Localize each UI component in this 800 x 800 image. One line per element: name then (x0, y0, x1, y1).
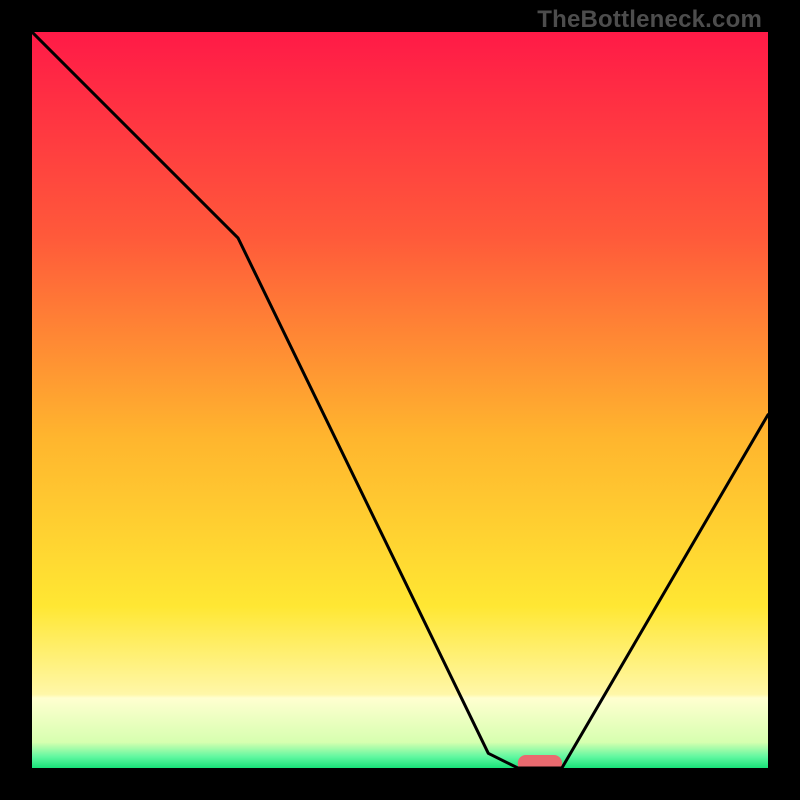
optimal-marker (518, 755, 562, 768)
chart-svg (32, 32, 768, 768)
chart-area (32, 32, 768, 768)
watermark-text: TheBottleneck.com (537, 6, 762, 34)
